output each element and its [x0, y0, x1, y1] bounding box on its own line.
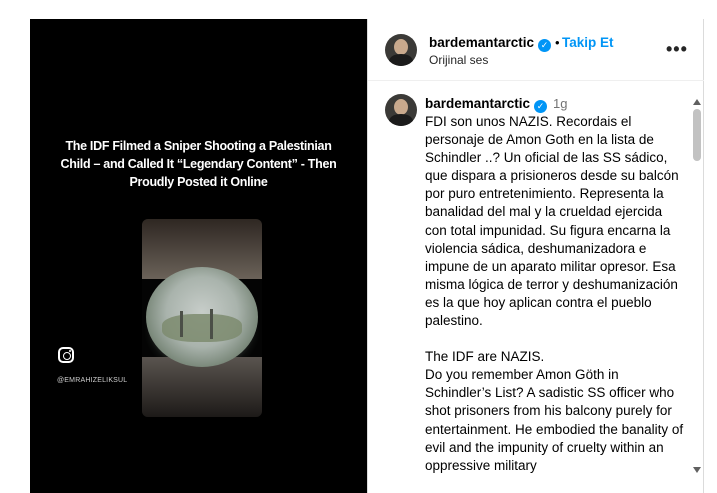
verified-badge-icon: ✓: [538, 39, 552, 52]
comment-paragraph: FDI son unos NAZIS. Recordais el persona…: [425, 114, 679, 329]
video-caption-line: Proudly Posted it Online: [129, 175, 268, 189]
header-username[interactable]: bardemantarctic ✓: [429, 35, 552, 52]
video-caption: The IDF Filmed a Sniper Shooting a Pales…: [30, 137, 367, 191]
scope-view-image: [142, 219, 262, 417]
header-username-text[interactable]: bardemantarctic: [429, 35, 534, 50]
caption-comment: bardemantarctic ✓ 1g FDI son unos NAZIS. …: [368, 81, 690, 493]
comment-paragraph: Do you remember Amon Göth in Schindler’s…: [425, 367, 684, 473]
post-side-panel: bardemantarctic ✓ • Takip Et Orijinal ses…: [367, 19, 704, 493]
post-dialog: The IDF Filmed a Sniper Shooting a Pales…: [0, 0, 717, 493]
video-player[interactable]: The IDF Filmed a Sniper Shooting a Pales…: [30, 19, 367, 493]
scrollbar-thumb[interactable]: [693, 109, 701, 161]
follow-button[interactable]: Takip Et: [562, 35, 614, 50]
video-caption-line: The IDF Filmed a Sniper Shooting a Pales…: [65, 139, 332, 153]
post-header: bardemantarctic ✓ • Takip Et Orijinal ses…: [368, 19, 704, 81]
scroll-down-arrow-icon[interactable]: [693, 467, 701, 473]
comment-timestamp[interactable]: 1g: [553, 96, 567, 111]
comment-username[interactable]: bardemantarctic ✓: [425, 96, 548, 113]
comment-body: FDI son unos NAZIS. Recordais el persona…: [425, 113, 687, 475]
instagram-icon: [58, 347, 74, 363]
comment-username-text[interactable]: bardemantarctic: [425, 96, 530, 111]
comment-paragraph: The IDF are NAZIS.: [425, 349, 545, 365]
avatar[interactable]: [385, 34, 417, 66]
verified-badge-icon: ✓: [534, 100, 548, 113]
scroll-up-arrow-icon[interactable]: [693, 99, 701, 105]
watermark-handle: @EMRAHIZELIKSUL: [57, 377, 128, 384]
video-caption-line: Child – and Called It “Legendary Content…: [60, 157, 337, 171]
scrollbar[interactable]: [690, 99, 704, 479]
more-options-icon[interactable]: •••: [666, 39, 688, 60]
separator-dot: •: [555, 35, 560, 50]
avatar[interactable]: [385, 94, 417, 126]
audio-subtitle[interactable]: Orijinal ses: [429, 53, 488, 67]
